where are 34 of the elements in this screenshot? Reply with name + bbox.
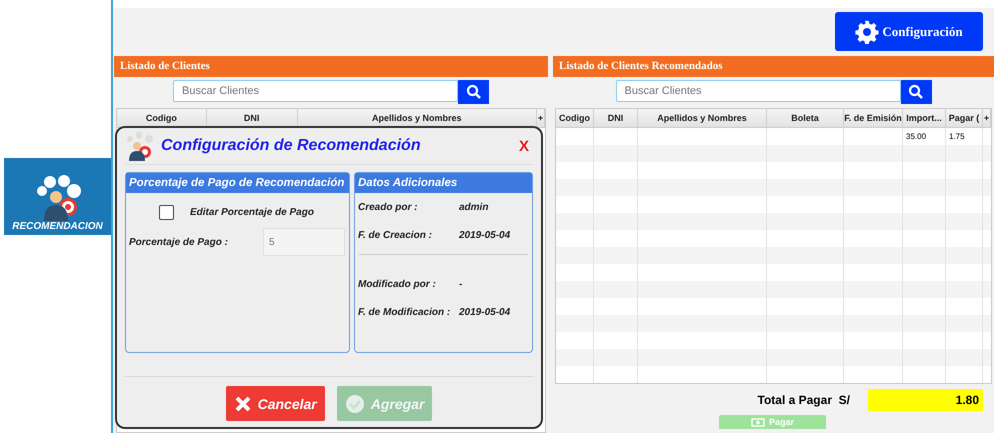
cancel-button[interactable]: Cancelar	[226, 386, 325, 421]
column-header[interactable]: F. de Emisión	[844, 109, 903, 127]
info-value: -	[459, 279, 462, 290]
search-field[interactable]: Buscar Clientes	[616, 80, 900, 102]
add-column-button[interactable]: +	[983, 109, 991, 127]
info-label: F. de Creacion :	[358, 230, 433, 241]
field-label: Porcentaje de Pago :	[129, 236, 228, 248]
column-header[interactable]: Import...	[903, 109, 946, 127]
info-label: F. de Modificacion :	[358, 307, 452, 318]
dialog-title: Configuración de Recomendación	[161, 137, 422, 155]
column-header[interactable]: Apellidos y Nombres	[638, 109, 767, 127]
group-title: Porcentaje de Pago de Recomendación	[126, 173, 349, 193]
info-label: Creado por :	[358, 202, 418, 213]
checkbox-label: Editar Porcentaje de Pago	[190, 207, 314, 218]
search-field[interactable]: Buscar Clientes	[173, 80, 458, 102]
table-cell: 35.00	[906, 132, 926, 141]
total-label: Total a Pagar S/	[758, 393, 850, 407]
info-label: Modificado por :	[358, 279, 437, 290]
configuration-button[interactable]: Configuración	[835, 12, 983, 51]
column-header[interactable]: Pagar (	[946, 109, 983, 127]
info-value: admin	[459, 202, 488, 213]
total-value: 1.80	[868, 389, 983, 411]
info-value: 2019-05-04	[459, 307, 510, 318]
info-value: 2019-05-04	[459, 230, 510, 241]
panel-header: Listado de Clientes	[114, 56, 548, 77]
table-cell: 1.75	[949, 132, 965, 141]
close-button[interactable]: X	[514, 138, 533, 154]
group-title: Datos Adicionales	[355, 173, 532, 193]
column-header[interactable]: DNI	[594, 109, 638, 127]
panel-header: Listado de Clientes Recomendados	[553, 56, 994, 77]
recomendacion-tile[interactable]: RECOMENDACION	[4, 158, 111, 235]
tile-label: RECOMENDACION	[12, 221, 103, 232]
column-header[interactable]: Boleta	[767, 109, 844, 127]
column-header[interactable]: Codigo	[556, 109, 594, 127]
